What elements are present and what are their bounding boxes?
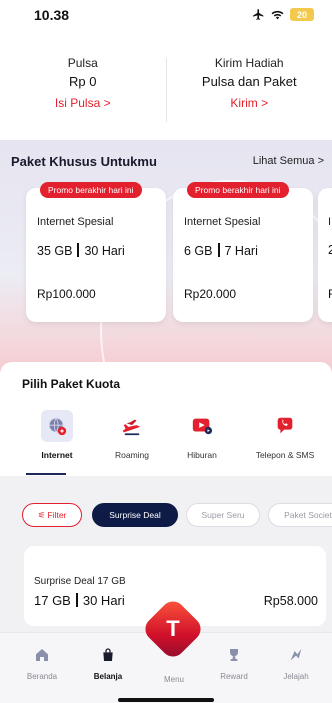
category-hiburan[interactable]: Hiburan bbox=[167, 410, 237, 460]
home-indicator bbox=[118, 698, 214, 702]
kuota-title: Pilih Paket Kuota bbox=[22, 377, 121, 391]
play-icon bbox=[186, 410, 218, 442]
promo-card[interactable]: Promo berakhir hari ini Internet Spesial… bbox=[173, 182, 313, 322]
promo-card-price: Rp20.000 bbox=[184, 287, 237, 301]
nav-label: Beranda bbox=[26, 672, 58, 681]
promo-card-price: R bbox=[328, 287, 332, 301]
filter-label: Filter bbox=[47, 510, 67, 520]
category-label: Internet bbox=[41, 450, 73, 460]
category-internet[interactable]: Internet bbox=[22, 410, 92, 460]
battery-level: 20 bbox=[296, 9, 307, 20]
quota-amount: 6 GB bbox=[184, 244, 213, 258]
nav-menu[interactable]: Menu bbox=[144, 671, 204, 684]
kirim-link[interactable]: Kirim > bbox=[167, 92, 332, 114]
chip-surprise-deal[interactable]: Surprise Deal bbox=[92, 503, 178, 527]
status-time: 10.38 bbox=[34, 7, 70, 23]
kirim-hadiah: Kirim Hadiah Pulsa dan Paket Kirim > bbox=[167, 54, 332, 126]
quota-amount: 35 GB bbox=[37, 244, 73, 258]
category-label: Roaming bbox=[114, 450, 150, 460]
package-duration: 30 Hari bbox=[82, 593, 125, 608]
promo-card[interactable]: Promo berakhir hari ini Internet Spesial… bbox=[26, 182, 166, 322]
airplane-icon bbox=[253, 9, 264, 20]
promo-card-price: Rp100.000 bbox=[37, 287, 96, 301]
chip-paket-society[interactable]: Paket Societ bbox=[268, 503, 332, 527]
package-name: Surprise Deal 17 GB bbox=[34, 576, 126, 587]
promo-card-quota: 2 bbox=[328, 243, 332, 257]
quota-separator bbox=[75, 593, 78, 607]
pulsa-balance: Pulsa Rp 0 Isi Pulsa > bbox=[0, 54, 166, 126]
pulsa-label: Pulsa bbox=[67, 56, 98, 70]
balance-row: Pulsa Rp 0 Isi Pulsa > Kirim Hadiah Puls… bbox=[0, 54, 332, 126]
filter-button[interactable]: ⚟ Filter bbox=[22, 503, 82, 527]
app-screen: 10.38 20 Pulsa Rp 0 Isi Pulsa > Kirim Ha… bbox=[0, 0, 332, 703]
promo-badge: Promo berakhir hari ini bbox=[40, 182, 142, 198]
promo-card-title: Internet Spesial bbox=[37, 216, 114, 228]
promo-card-partial[interactable]: I 2 R bbox=[318, 188, 332, 322]
nav-belanja[interactable]: Belanja bbox=[78, 647, 138, 681]
promo-card-title: Internet Spesial bbox=[184, 216, 261, 228]
nav-beranda[interactable]: Beranda bbox=[12, 647, 72, 681]
promo-card-quota: 6 GB 7 Hari bbox=[184, 243, 258, 258]
promo-card-quota: 35 GB 30 Hari bbox=[37, 243, 125, 258]
promo-section: Paket Khusus Untukmu Lihat Semua > Promo… bbox=[0, 140, 332, 386]
filter-icon: ⚟ bbox=[37, 510, 48, 520]
nav-reward[interactable]: Reward bbox=[204, 647, 264, 681]
globe-icon bbox=[41, 410, 73, 442]
status-bar: 10.38 20 bbox=[0, 0, 332, 34]
pulsa-value: Rp 0 bbox=[69, 74, 97, 89]
menu-fab-letter: T bbox=[166, 616, 180, 641]
category-telepon-sms[interactable]: Telepon & SMS bbox=[250, 410, 320, 460]
promo-badge: Promo berakhir hari ini bbox=[187, 182, 289, 198]
plane-icon bbox=[116, 410, 148, 442]
nav-label: Jelajah bbox=[283, 672, 309, 681]
category-label: Telepon & SMS bbox=[255, 450, 315, 460]
wifi-icon bbox=[271, 10, 284, 20]
kirim-hadiah-label: Kirim Hadiah bbox=[214, 56, 284, 70]
quota-separator bbox=[77, 243, 80, 257]
category-label: Hiburan bbox=[187, 450, 217, 460]
status-icons: 20 bbox=[252, 8, 314, 21]
nav-jelajah[interactable]: Jelajah bbox=[266, 647, 326, 681]
kuota-section: Pilih Paket Kuota Internet Roaming Hibur… bbox=[0, 362, 332, 474]
promo-title: Paket Khusus Untukmu bbox=[11, 154, 157, 169]
package-quota: 17 GB 30 Hari bbox=[34, 593, 125, 608]
phone-icon bbox=[269, 410, 301, 442]
home-icon bbox=[36, 649, 48, 661]
trophy-icon bbox=[230, 649, 238, 661]
compass-icon bbox=[290, 649, 302, 661]
chip-super-seru[interactable]: Super Seru bbox=[186, 503, 260, 527]
nav-label: Belanja bbox=[93, 672, 123, 681]
package-quota-amount: 17 GB bbox=[34, 593, 71, 608]
quota-separator bbox=[217, 243, 220, 257]
nav-label: Reward bbox=[220, 672, 248, 681]
nav-label: Menu bbox=[163, 675, 184, 684]
category-selected-indicator bbox=[26, 473, 66, 475]
battery-icon: 20 bbox=[290, 8, 314, 21]
shopping-bag-icon bbox=[103, 648, 113, 661]
quota-duration: 30 Hari bbox=[84, 244, 125, 258]
kirim-hadiah-value: Pulsa dan Paket bbox=[201, 74, 297, 89]
package-price: Rp58.000 bbox=[263, 594, 318, 608]
promo-card-title: I bbox=[328, 216, 332, 228]
see-all-link[interactable]: Lihat Semua > bbox=[253, 155, 324, 167]
quota-duration: 7 Hari bbox=[224, 244, 258, 258]
isi-pulsa-link[interactable]: Isi Pulsa > bbox=[0, 92, 166, 114]
category-roaming[interactable]: Roaming bbox=[97, 410, 167, 460]
